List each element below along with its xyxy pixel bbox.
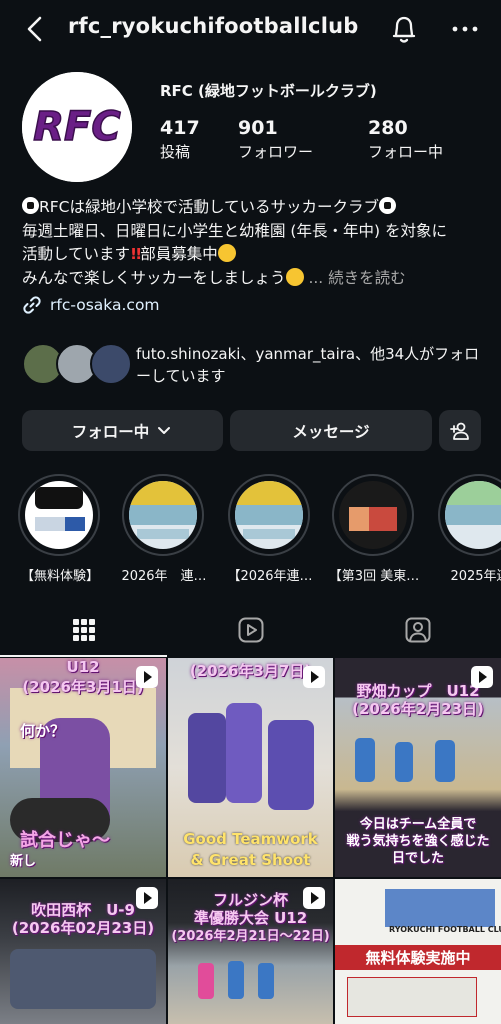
reel-icon (471, 666, 493, 688)
smile-emoji-icon (217, 244, 236, 262)
post-tile[interactable]: フルジン杯 準優勝大会 U12 (2026年2月21日〜22日) (168, 879, 333, 1024)
post-tile[interactable]: (2026年3月7日) Good Teamwork & Great Shoot (168, 658, 333, 877)
active-tab-indicator (0, 655, 167, 657)
grid-icon (72, 619, 95, 641)
reel-icon (136, 887, 158, 909)
profile-bio: RFCは緑地小学校で活動しているサッカークラブ 毎週土曜日、日曜日に小学生と幼稚… (22, 197, 447, 287)
reel-icon (303, 666, 325, 688)
posts-grid: U12 (2026年3月1日) 何か？ 試合じゃ〜 新し (2026年3月7日)… (0, 658, 501, 1024)
following-count[interactable]: 280 フォロー中 (368, 117, 443, 162)
tab-posts-grid[interactable] (0, 604, 167, 656)
svg-text:RFC: RFC (33, 104, 120, 150)
username-title: rfc_ryokuchifootballclub (68, 14, 359, 38)
read-more-link[interactable]: ... 続きを読む (308, 269, 405, 287)
link-icon (23, 296, 41, 314)
following-button[interactable]: フォロー中 (22, 410, 223, 451)
profile-avatar[interactable]: RFC (22, 72, 132, 182)
message-button[interactable]: メッセージ (230, 410, 432, 451)
reels-icon (238, 617, 263, 643)
tab-tagged[interactable] (334, 604, 501, 656)
avatar (90, 343, 132, 385)
chevron-down-icon (158, 426, 171, 434)
rfc-logo-icon: RFC (22, 72, 132, 182)
grin-emoji-icon (285, 267, 304, 286)
highlight-free-trial[interactable]: 【無料体験】 (18, 474, 102, 584)
soccer-ball-icon (379, 197, 397, 214)
display-name: RFC (緑地フットボールクラブ) (160, 82, 377, 100)
tagged-person-icon (405, 617, 430, 643)
add-person-icon (450, 422, 469, 440)
top-bar: rfc_ryokuchifootballclub (0, 0, 501, 58)
suggest-user-button[interactable] (439, 410, 481, 451)
tab-reels[interactable] (167, 604, 334, 656)
reel-icon (136, 666, 158, 688)
website-link[interactable]: rfc-osaka.com (22, 295, 160, 315)
highlight-3rd-mito[interactable]: 【第3回 美東… (329, 474, 419, 584)
back-arrow-icon[interactable] (22, 14, 50, 44)
followed-by-text[interactable]: futo.shinozaki、yanmar_taira、他34人がフォローしてい… (136, 343, 486, 387)
highlight-2025-league[interactable]: 2025年連 (438, 474, 501, 584)
posts-count[interactable]: 417 投稿 (160, 117, 200, 162)
double-exclamation-icon: !! (130, 245, 142, 263)
highlight-2026-league-2[interactable]: 【2026年連… (227, 474, 313, 584)
mutual-followers-avatars[interactable] (22, 343, 132, 385)
soccer-ball-icon (22, 197, 39, 214)
post-tile[interactable]: 野畑カップ U12 (2026年2月23日) 今日はチーム全員で 戦う気持ちを強… (335, 658, 501, 877)
content-tabs (0, 604, 501, 658)
post-tile[interactable]: U12 (2026年3月1日) 何か？ 試合じゃ〜 新し (0, 658, 166, 877)
post-tile[interactable]: RYOKUCHI FOOTBALL CLUB 無料体験実施中 (335, 879, 501, 1024)
reel-icon (303, 887, 325, 909)
highlight-2026-league[interactable]: 2026年 連… (121, 474, 207, 584)
notification-bell-icon[interactable] (388, 12, 420, 46)
more-options-icon[interactable] (450, 20, 480, 38)
post-tile[interactable]: 吹田西杯 U-9 (2026年02月23日) (0, 879, 166, 1024)
followers-count[interactable]: 901 フォロワー (238, 117, 313, 162)
